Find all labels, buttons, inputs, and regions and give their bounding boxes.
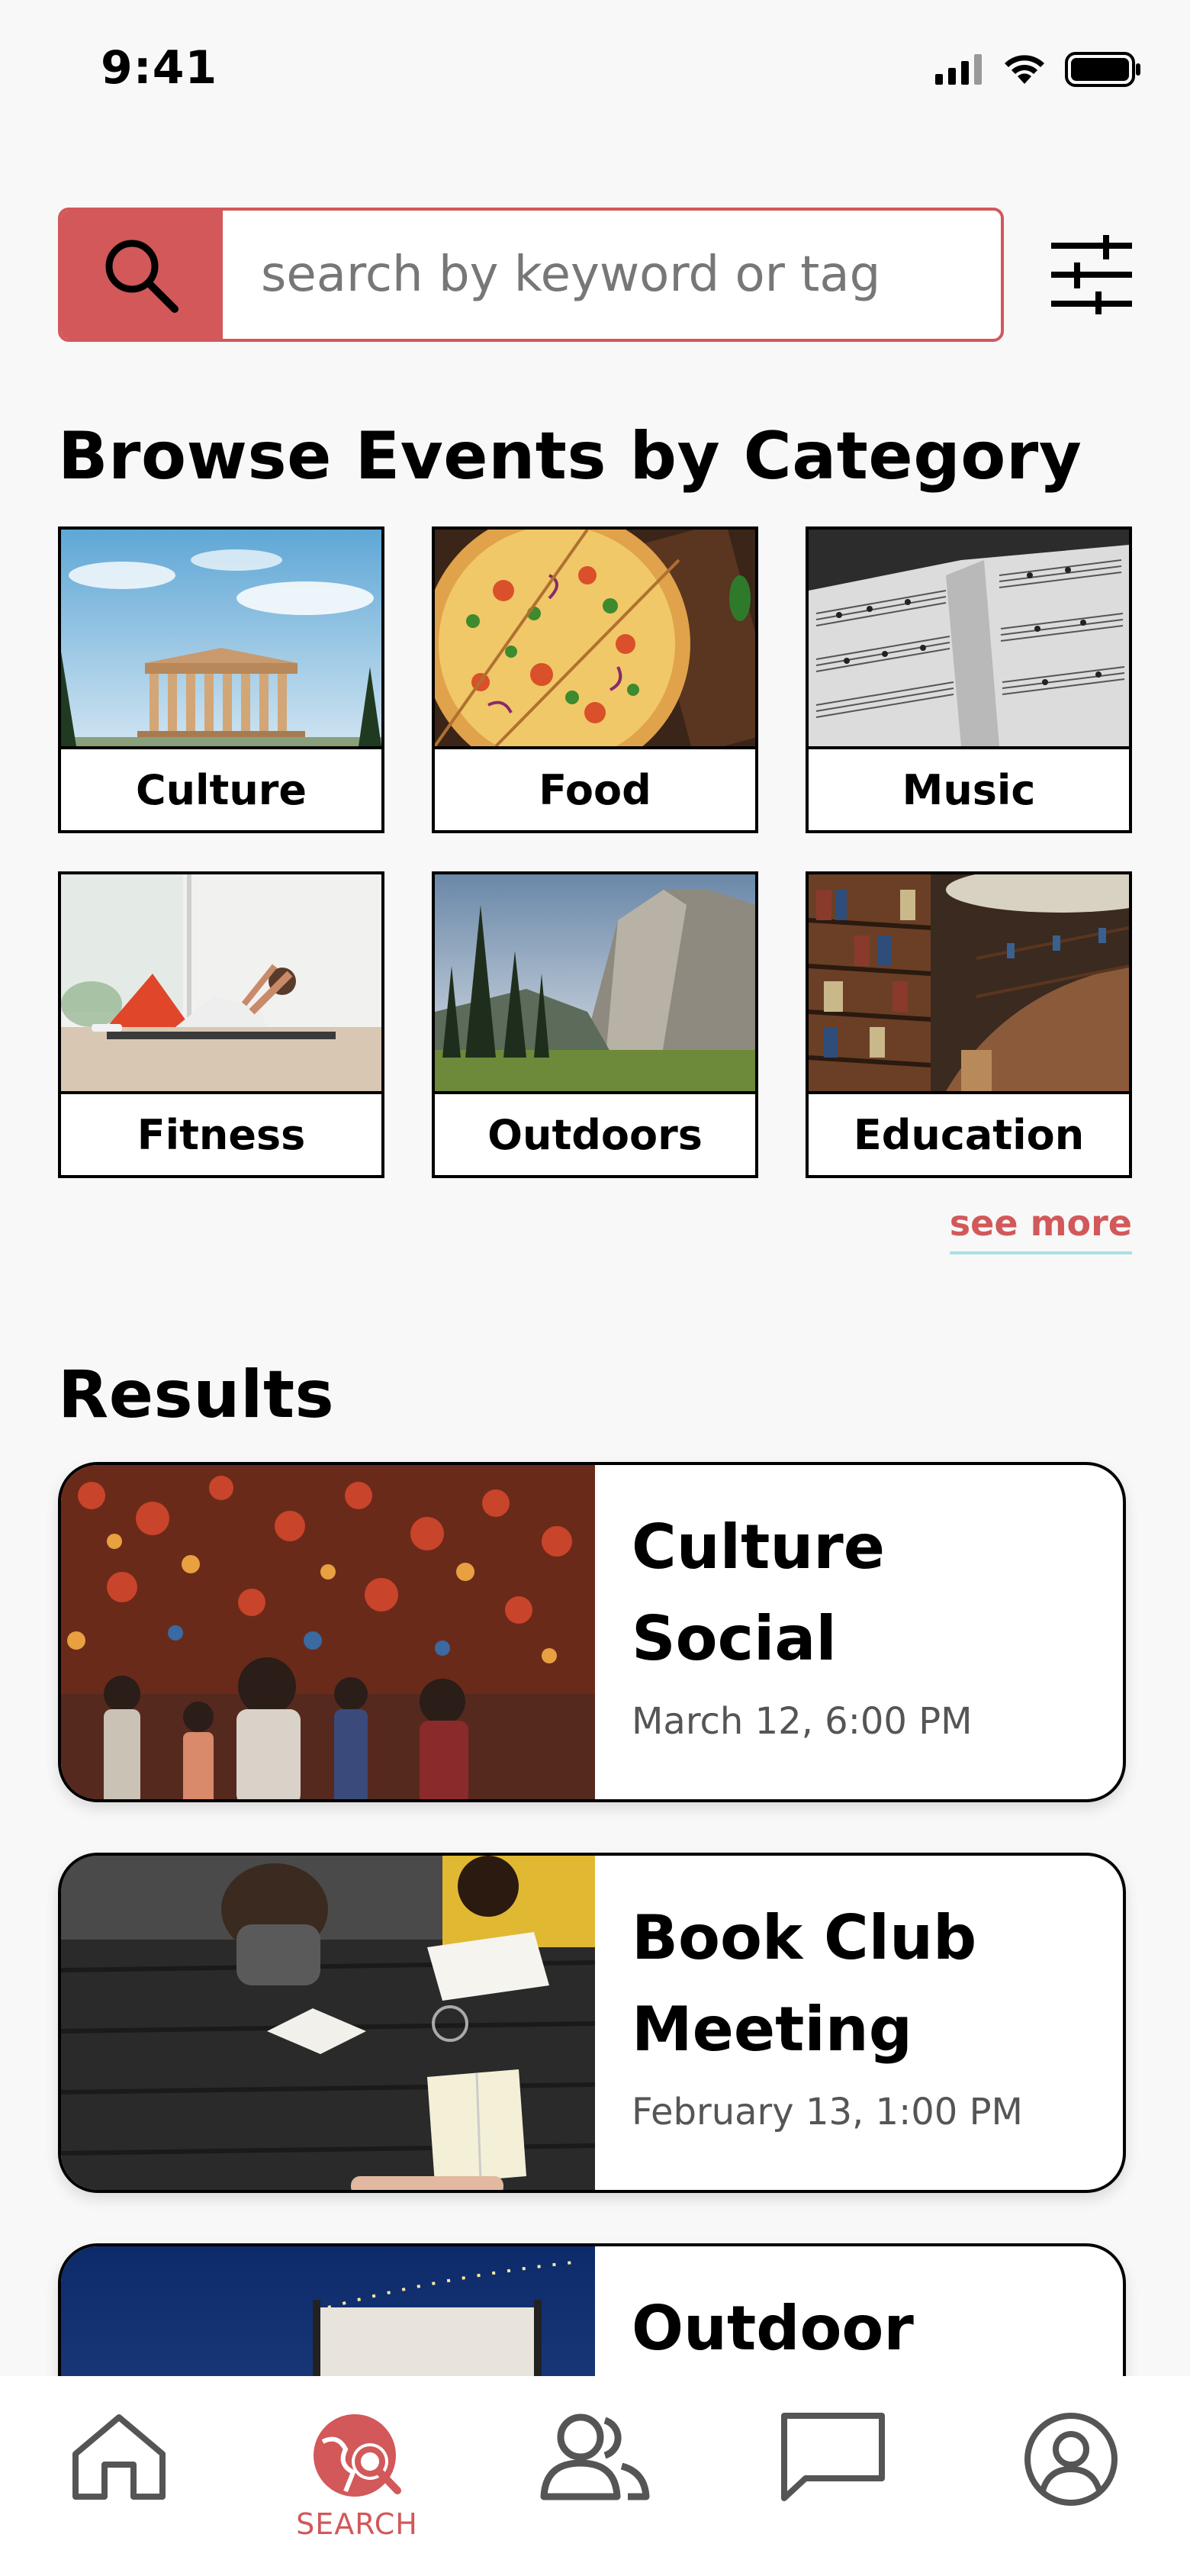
bottom-nav: SEARCH xyxy=(0,2376,1190,2576)
nav-profile[interactable] xyxy=(987,2411,1155,2507)
result-info: Book Club Meeting February 13, 1:00 PM xyxy=(595,1856,1059,2190)
category-grid: Culture Food Music Fitness Outdoors Educ… xyxy=(58,526,1132,1178)
search-box xyxy=(58,208,1004,342)
result-image xyxy=(61,1856,595,2190)
result-info: Culture Social March 12, 6:00 PM xyxy=(595,1465,1059,1799)
category-label: Food xyxy=(539,765,651,814)
wifi-icon xyxy=(1005,55,1044,84)
nav-messages[interactable] xyxy=(749,2411,917,2503)
result-title: Book Club Meeting xyxy=(632,1902,977,2065)
category-label: Outdoors xyxy=(487,1110,703,1159)
category-education-image xyxy=(809,874,1129,1094)
status-bar: 9:41 xyxy=(0,0,1190,145)
category-music-image xyxy=(809,530,1129,749)
result-date: February 13, 1:00 PM xyxy=(632,2091,1023,2133)
signal-icon xyxy=(935,54,982,85)
result-image xyxy=(61,1465,595,1799)
category-music[interactable]: Music xyxy=(806,526,1132,833)
category-label: Education xyxy=(853,1110,1085,1159)
search-button[interactable] xyxy=(61,211,223,339)
category-food[interactable]: Food xyxy=(432,526,758,833)
search-input[interactable] xyxy=(223,211,1001,339)
status-time: 9:41 xyxy=(101,41,218,95)
browse-title: Browse Events by Category xyxy=(58,418,1082,494)
category-culture-image xyxy=(61,530,381,749)
result-title: Culture Social xyxy=(632,1512,885,1674)
nav-people[interactable] xyxy=(511,2411,679,2503)
nav-search-label: SEARCH xyxy=(296,2507,418,2541)
battery-icon xyxy=(1065,52,1140,87)
result-card-culture-social[interactable]: Culture Social March 12, 6:00 PM xyxy=(58,1462,1126,1802)
category-food-image xyxy=(435,530,755,749)
globe-search-icon xyxy=(314,2414,401,2497)
results-title: Results xyxy=(58,1357,335,1433)
search-icon xyxy=(105,240,178,313)
category-outdoors-image xyxy=(435,874,755,1094)
category-fitness-image xyxy=(61,874,381,1094)
status-icons xyxy=(935,50,1141,89)
filter-button[interactable] xyxy=(1050,229,1134,320)
chat-icon xyxy=(781,2413,885,2501)
result-title: Outdoor xyxy=(632,2293,914,2364)
category-culture[interactable]: Culture xyxy=(58,526,384,833)
category-label: Fitness xyxy=(137,1110,306,1159)
category-education[interactable]: Education xyxy=(806,871,1132,1178)
home-icon xyxy=(72,2414,166,2500)
category-label: Culture xyxy=(135,765,307,814)
search-row xyxy=(58,208,1134,342)
people-icon xyxy=(540,2413,650,2500)
category-fitness[interactable]: Fitness xyxy=(58,871,384,1178)
category-label: Music xyxy=(902,765,1036,814)
result-card-book-club[interactable]: Book Club Meeting February 13, 1:00 PM xyxy=(58,1853,1126,2193)
nav-search[interactable]: SEARCH xyxy=(273,2411,441,2541)
nav-home[interactable] xyxy=(35,2411,203,2503)
user-circle-icon xyxy=(1024,2413,1118,2506)
see-more-link[interactable]: see more xyxy=(949,1203,1132,1254)
sliders-icon xyxy=(1051,235,1132,314)
result-date: March 12, 6:00 PM xyxy=(632,1700,973,1743)
category-outdoors[interactable]: Outdoors xyxy=(432,871,758,1178)
